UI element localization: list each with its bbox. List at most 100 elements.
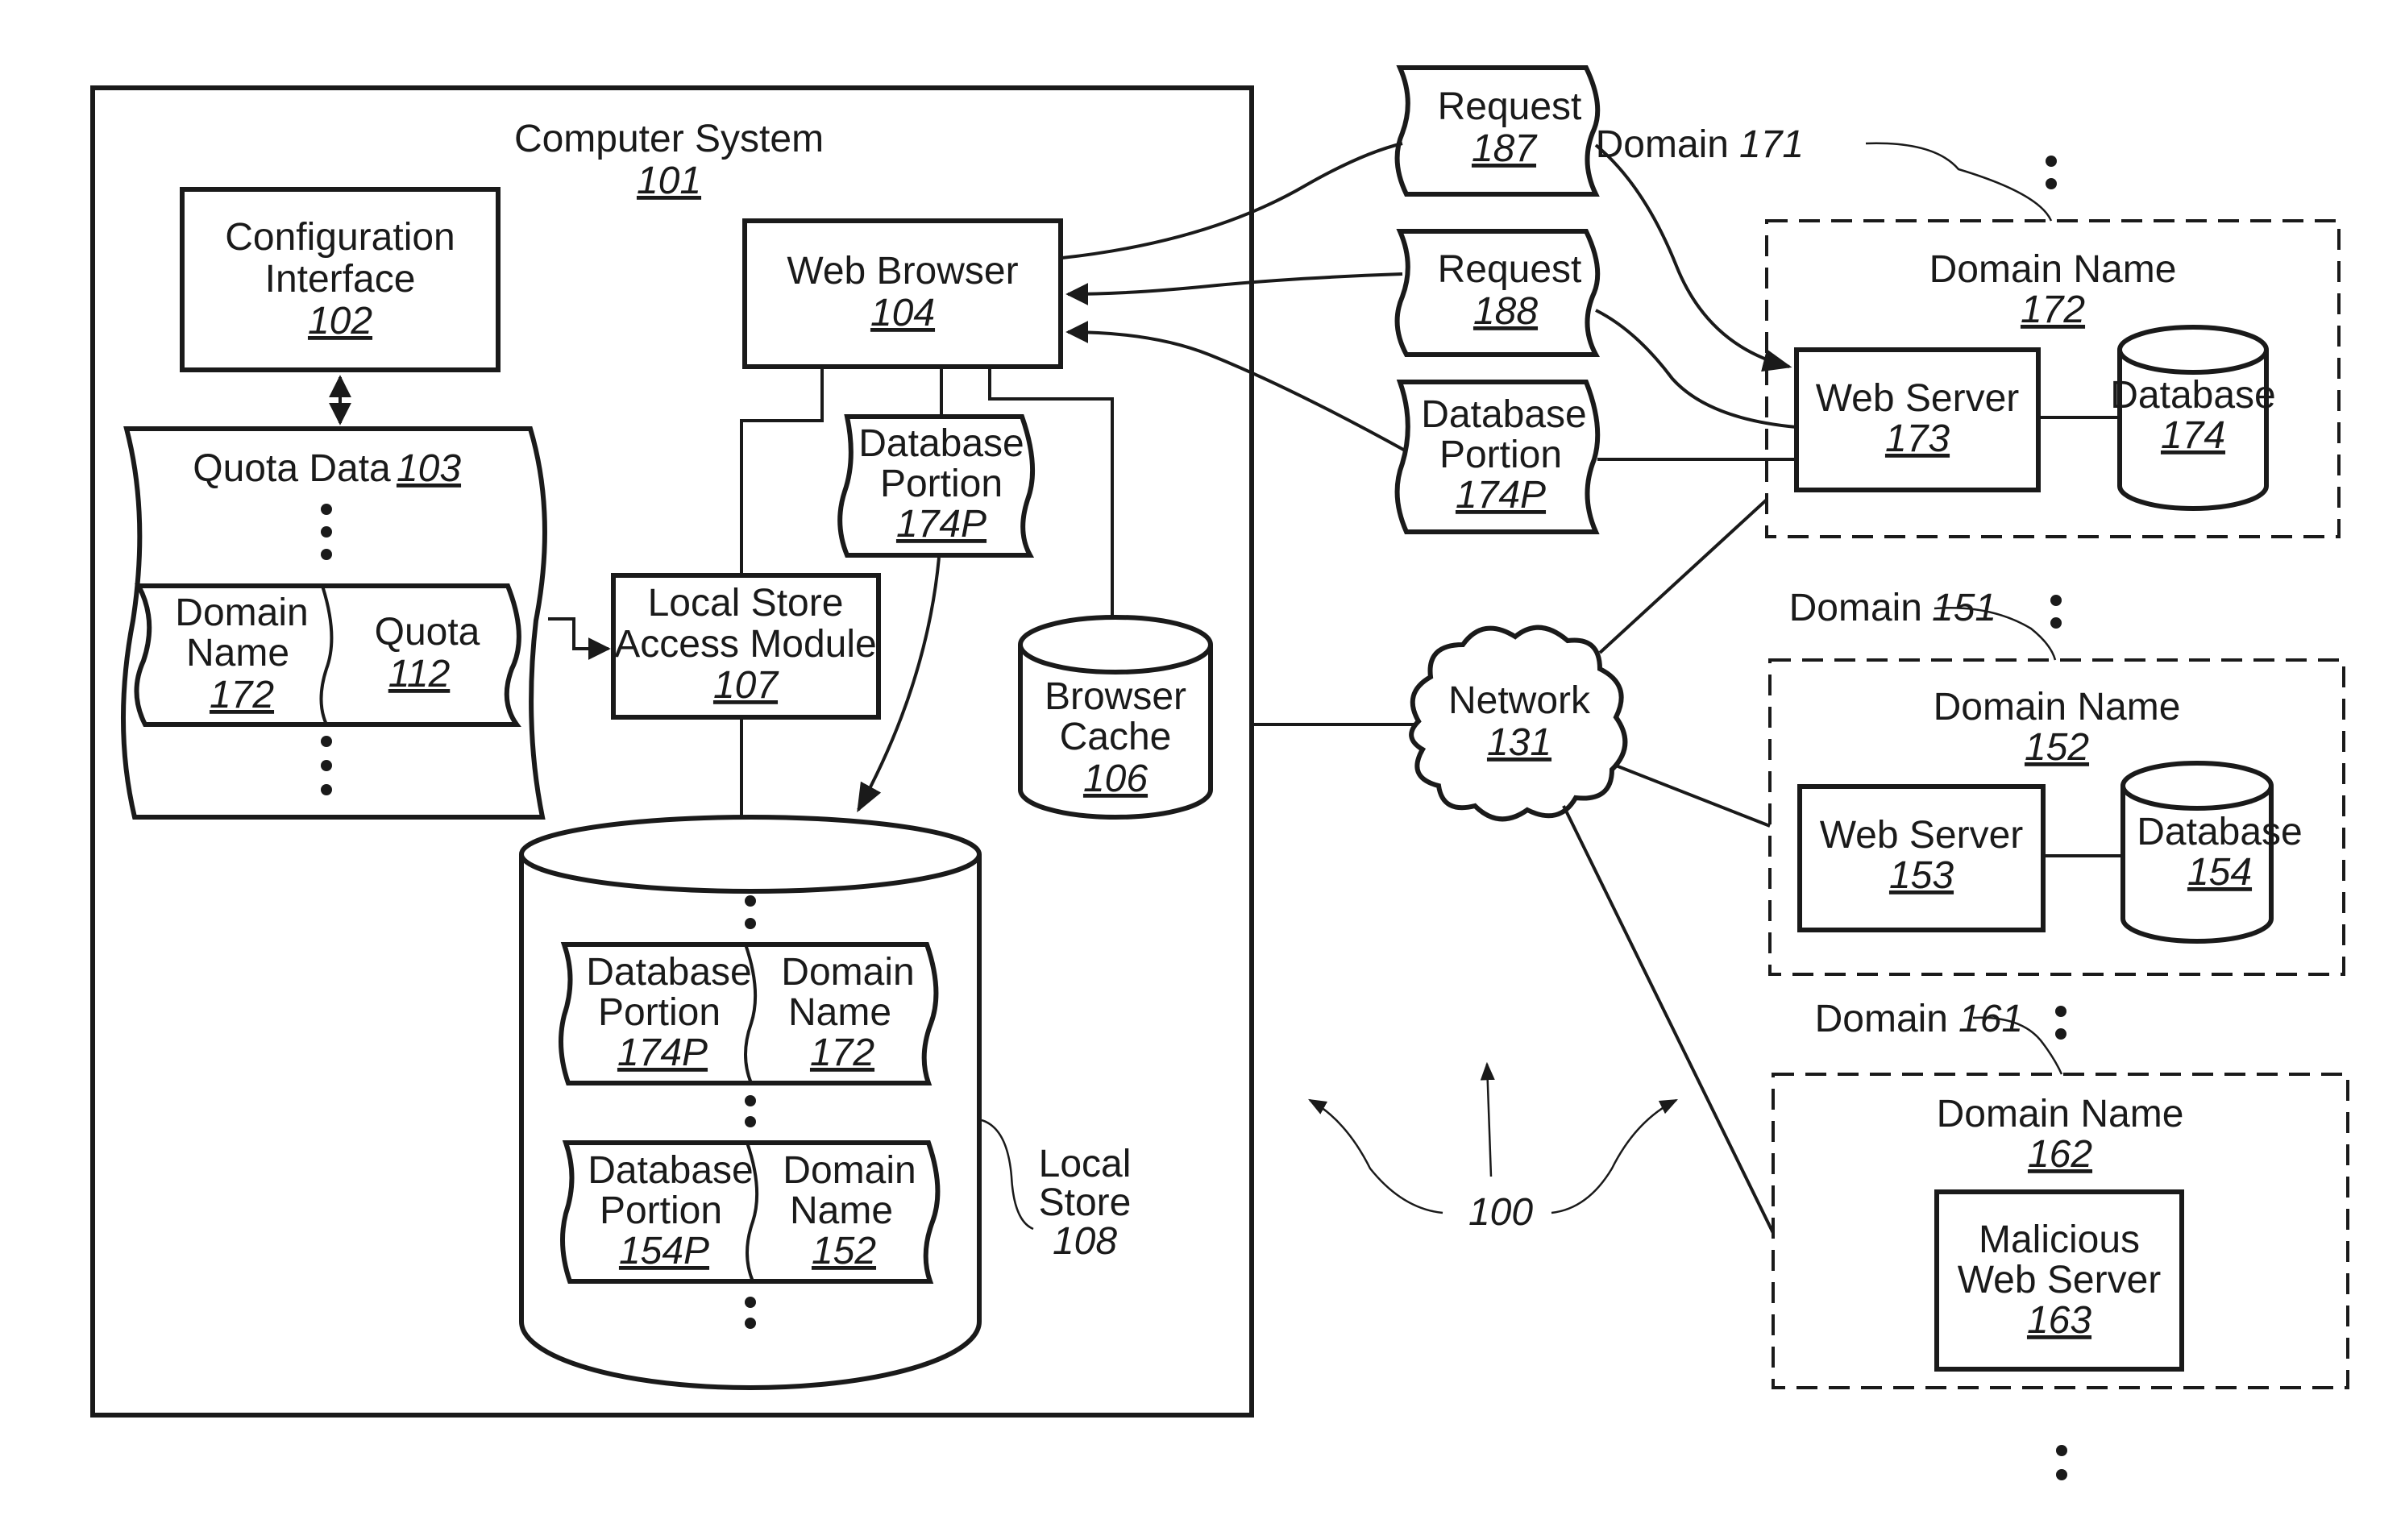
database-portion-message-line1: Database <box>1421 393 1586 436</box>
database-174-label: Database <box>2110 374 2275 417</box>
entry-domain-line2: Name <box>788 991 891 1034</box>
local-store-top <box>519 815 982 894</box>
database-174-ref: 174 <box>2161 414 2225 457</box>
malicious-web-server-163[interactable]: Malicious Web Server 163 <box>1934 1189 2184 1372</box>
domain-152-ref: 152 <box>2025 726 2089 769</box>
computer-system-ref: 101 <box>637 160 701 202</box>
quota-entry[interactable]: Domain Name 172 Quota 112 <box>134 583 521 727</box>
web-server-153-label: Web Server <box>1820 814 2024 857</box>
quota-entry-quota-ref: 112 <box>388 653 451 695</box>
entry-portion-line2: Portion <box>598 991 721 1034</box>
network-cloud[interactable]: Network 131 <box>1409 625 1628 822</box>
local-store-entry[interactable]: Database Portion 154P Domain Name 152 <box>560 1140 941 1284</box>
web-server-153-ref: 153 <box>1889 854 1954 897</box>
configuration-interface-line1: Configuration <box>225 216 455 259</box>
request-187[interactable]: Request 187 <box>1394 65 1601 197</box>
patent-diagram: Computer System 101 Configuration Interf… <box>0 0 2405 1540</box>
ellipsis-dot <box>321 784 332 795</box>
database-portion-inner-line2: Portion <box>880 463 1003 505</box>
reference-100-center-arrow <box>1480 1061 1495 1177</box>
domain-151[interactable]: Domain 151 Domain Name 152 Web Server 15… <box>1768 587 2345 976</box>
malicious-web-server-ref: 163 <box>2027 1299 2091 1342</box>
quota-data-title: Quota Data <box>193 447 391 490</box>
domain-161[interactable]: Domain 161 Domain Name 162 Malicious Web… <box>1772 998 2349 1389</box>
ellipsis-dot <box>2046 178 2057 189</box>
configuration-interface-ref: 102 <box>308 300 372 342</box>
database-portion-message[interactable]: Database Portion 174P <box>1394 380 1601 534</box>
local-store-access-module-line2: Access Module <box>614 623 876 666</box>
entry-domain-ref: 172 <box>810 1032 874 1074</box>
entry-domain-line1: Domain <box>783 1149 916 1192</box>
domain-172-name: Domain Name <box>1929 248 2177 291</box>
browser-cache-line2: Cache <box>1060 716 1172 758</box>
ellipsis-dot <box>2050 595 2062 606</box>
entry-domain-line2: Name <box>790 1189 893 1232</box>
domain-152-name: Domain Name <box>1934 686 2181 728</box>
local-store-label-line2: Store <box>1039 1181 1132 1224</box>
ellipsis-dot <box>2046 156 2057 167</box>
ellipsis-dot <box>2055 1006 2066 1017</box>
entry-domain-ref: 152 <box>812 1230 876 1272</box>
browser-cache[interactable]: Browser Cache 106 <box>1018 615 1213 820</box>
domain-171[interactable]: Domain 171 Domain Name 172 Web Server 17… <box>1596 123 2341 538</box>
database-portion-message-ref: 174P <box>1456 474 1546 517</box>
database-174[interactable]: Database 174 <box>2110 325 2276 511</box>
ellipsis-dot <box>745 1297 756 1308</box>
request-187-label: Request <box>1438 85 1582 128</box>
web-browser-title: Web Browser <box>787 250 1018 293</box>
local-store[interactable]: Database Portion 174P Domain Name 172 Da… <box>519 815 982 1390</box>
local-store-label-ref: 108 <box>1053 1220 1117 1263</box>
ellipsis-dot <box>745 1318 756 1329</box>
domain-151-label: Domain <box>1789 587 1922 629</box>
web-server-153[interactable]: Web Server 153 <box>1797 784 2046 932</box>
quota-entry-quota-label: Quota <box>375 611 480 654</box>
web-server-173[interactable]: Web Server 173 <box>1794 347 2041 492</box>
local-store-entry[interactable]: Database Portion 174P Domain Name 172 <box>559 942 939 1085</box>
database-174-top <box>2117 325 2269 375</box>
request-188[interactable]: Request 188 <box>1394 229 1601 357</box>
domain-172-ref: 172 <box>2021 288 2085 331</box>
request-188-label: Request <box>1438 248 1582 291</box>
database-portion-inner[interactable]: Database Portion 174P <box>837 414 1036 558</box>
web-browser[interactable]: Web Browser 104 <box>742 218 1063 369</box>
reference-100-right-arrow <box>1551 1098 1679 1214</box>
network-to-domain-151-line <box>1615 764 1771 828</box>
entry-portion-ref: 174P <box>617 1032 708 1074</box>
local-store-access-module-ref: 107 <box>713 664 779 707</box>
database-154-label: Database <box>2137 811 2302 853</box>
malicious-web-server-line2: Web Server <box>1958 1259 2162 1301</box>
figure-reference-label: 100 <box>1468 1191 1533 1234</box>
ellipsis-dot <box>2056 1445 2067 1456</box>
configuration-interface[interactable]: Configuration Interface 102 <box>180 187 501 372</box>
quota-entry-domain-line2: Name <box>186 632 289 675</box>
request-187-to-web-server-arrow <box>1594 143 1792 372</box>
browser-cache-top <box>1018 615 1213 675</box>
browser-cache-ref: 106 <box>1083 758 1148 800</box>
domain-171-ref: 171 <box>1739 123 1804 166</box>
configuration-interface-line2: Interface <box>265 258 416 301</box>
request-188-ref: 188 <box>1473 290 1538 333</box>
ellipsis-dot <box>2055 1028 2066 1040</box>
ellipsis-dot <box>745 1116 756 1127</box>
local-store-access-module[interactable]: Local Store Access Module 107 <box>611 573 881 720</box>
database-portion-message-line2: Portion <box>1439 434 1562 476</box>
database-154[interactable]: Database 154 <box>2120 761 2303 944</box>
ellipsis-dot <box>745 895 756 907</box>
web-server-173-ref: 173 <box>1885 417 1950 460</box>
domain-162-name: Domain Name <box>1937 1093 2184 1135</box>
domain-161-ref: 161 <box>1958 998 2023 1040</box>
quota-data[interactable]: Quota Data 103 Domain Name 172 Quota 112 <box>121 426 547 820</box>
ellipsis-dot <box>2056 1469 2067 1480</box>
entry-portion-line1: Database <box>588 1149 753 1192</box>
entry-portion-ref: 154P <box>619 1230 709 1272</box>
request-187-ref: 187 <box>1472 127 1538 170</box>
ellipsis-dot <box>745 1095 756 1106</box>
database-portion-inner-line1: Database <box>858 422 1024 465</box>
ellipsis-dot <box>321 760 332 771</box>
database-154-ref: 154 <box>2187 851 2252 894</box>
network-ref: 131 <box>1487 721 1551 764</box>
ellipsis-dot <box>321 549 332 560</box>
network-to-domain-161-line <box>1562 805 1775 1234</box>
domain-161-label: Domain <box>1815 998 1948 1040</box>
web-server-173-label: Web Server <box>1816 377 2020 420</box>
